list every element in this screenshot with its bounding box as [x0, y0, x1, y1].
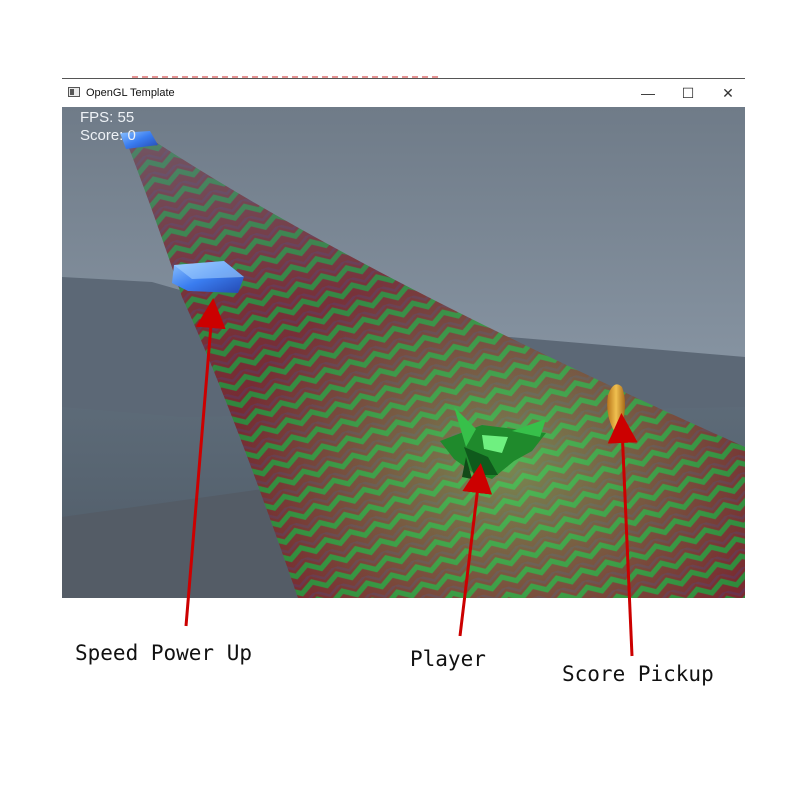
app-window: OpenGL Template — ☐ ✕ FPS: 55 Score: 0 [62, 79, 745, 598]
window-title: OpenGL Template [86, 87, 175, 99]
fps-counter: FPS: 55 [80, 109, 135, 126]
app-window-icon [68, 87, 80, 97]
close-button[interactable]: ✕ [708, 79, 748, 107]
game-scene [62, 107, 745, 598]
score-pickup-label: Score Pickup [562, 662, 714, 686]
title-bar[interactable]: OpenGL Template — ☐ ✕ [62, 79, 745, 107]
speed-power-up-label: Speed Power Up [75, 641, 253, 665]
score-counter: Score: 0 [80, 127, 136, 144]
minimize-button[interactable]: — [628, 79, 668, 107]
maximize-button[interactable]: ☐ [668, 79, 708, 107]
game-viewport[interactable]: FPS: 55 Score: 0 [62, 107, 745, 598]
player-label: Player [410, 647, 486, 671]
